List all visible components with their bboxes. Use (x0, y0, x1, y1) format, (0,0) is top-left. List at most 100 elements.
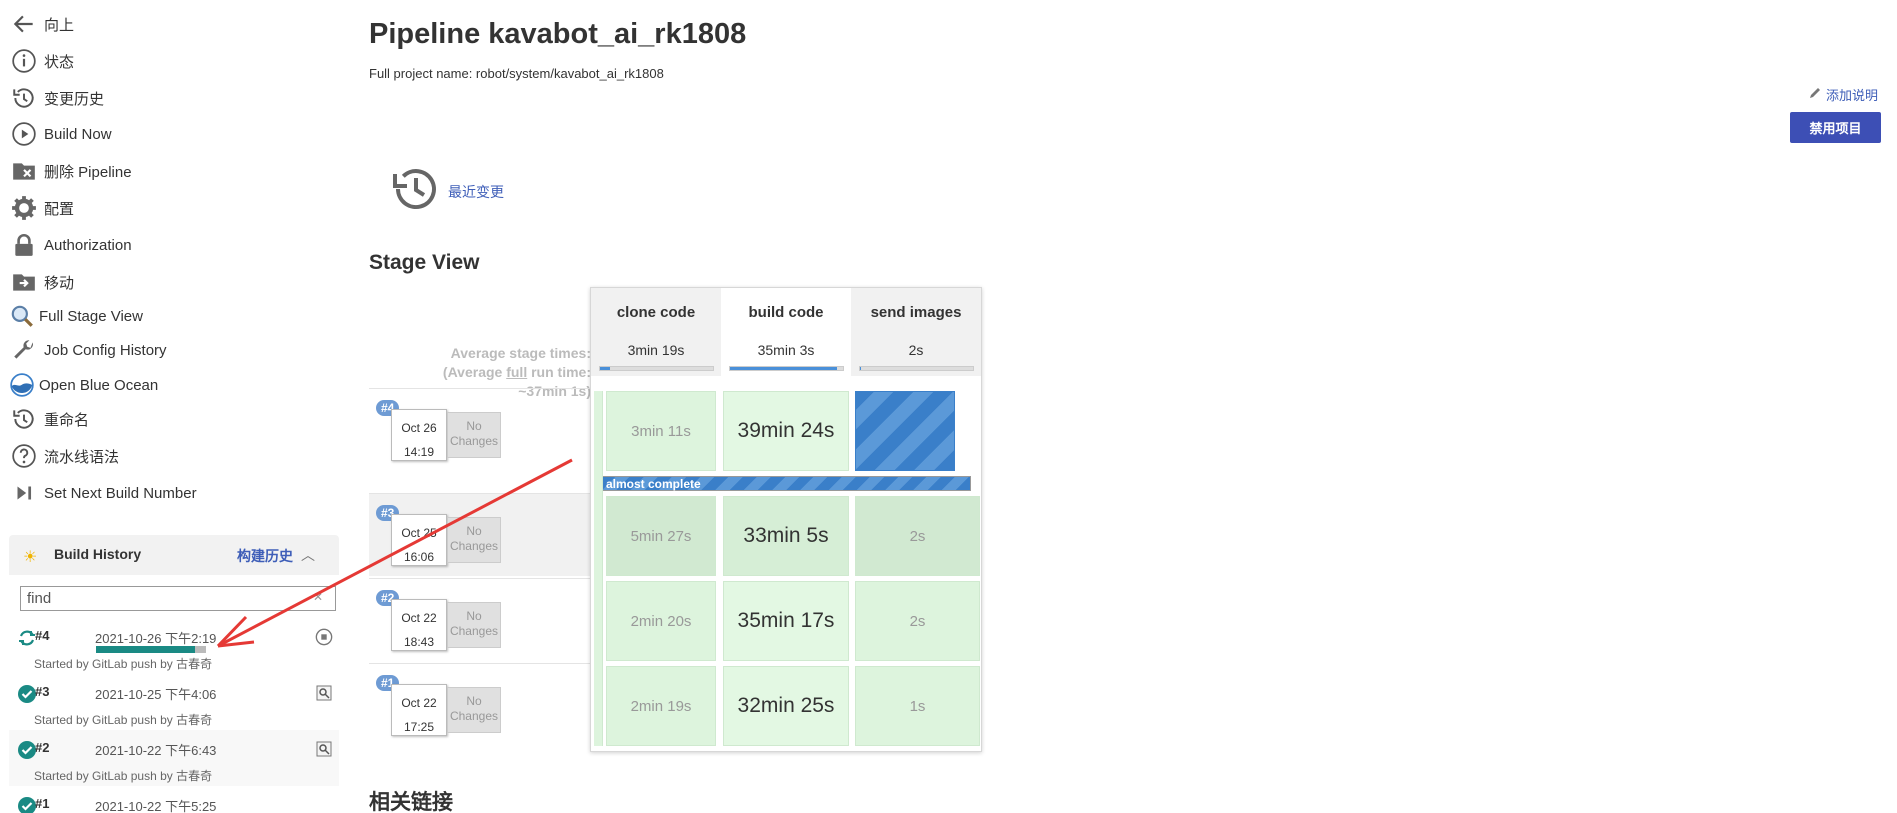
build-progress-bar (96, 646, 206, 653)
run-date: Oct 26 14:19 (391, 409, 447, 461)
sidebar-item-full-stage-view[interactable]: Full Stage View (8, 301, 143, 331)
no-changes-line1: No (466, 609, 482, 623)
build-date[interactable]: 2021-10-22 下午5:25 (95, 796, 216, 813)
build-row[interactable]: #3 2021-10-25 下午4:06 Started by GitLab p… (9, 674, 339, 730)
sidebar-item-label: 移动 (44, 274, 75, 292)
play-icon (10, 120, 38, 148)
sidebar-item-blue-ocean[interactable]: Open Blue Ocean (8, 370, 158, 400)
sidebar-item-label: 向上 (44, 16, 75, 34)
sidebar-item-label: 变更历史 (44, 90, 105, 108)
console-icon[interactable] (315, 684, 333, 702)
sidebar-item-changes[interactable]: 变更历史 (10, 83, 104, 113)
stage-cell[interactable]: 2s (855, 496, 980, 576)
run-date-time: 18:43 (403, 635, 435, 649)
avg-time-value: 2s (908, 341, 924, 358)
stage-strip (594, 391, 603, 746)
stage-cell[interactable]: 2s (855, 581, 980, 661)
stage-cell-running[interactable] (855, 391, 955, 471)
sidebar-item-label: Authorization (44, 236, 132, 254)
sidebar-item-label: 配置 (44, 200, 75, 218)
no-changes-line2: Changes (449, 434, 499, 448)
sidebar-item-up[interactable]: 向上 (10, 9, 74, 39)
sidebar-item-configure[interactable]: 配置 (10, 193, 74, 223)
avg-label-full-link[interactable]: full (506, 364, 527, 380)
stage-cell[interactable]: 1s (855, 666, 980, 746)
avg-time-value: 35min 3s (757, 341, 815, 358)
clear-icon[interactable]: ✕ (313, 590, 323, 604)
no-changes-line1: No (466, 524, 482, 538)
sidebar-item-authorization[interactable]: Authorization (10, 230, 132, 260)
avg-time-bar (728, 365, 844, 371)
avg-label-line2: (Average full run time: (431, 363, 591, 382)
recent-changes-link[interactable]: 最近变更 (388, 165, 504, 218)
build-number[interactable]: #1 (35, 796, 49, 811)
sidebar-item-status[interactable]: 状态 (10, 46, 74, 76)
avg-label-part: run time: (527, 364, 591, 380)
avg-time-build-code: 35min 3s (721, 336, 851, 376)
build-history-search-input[interactable] (20, 586, 336, 611)
chevron-up-icon[interactable]: ︿ (301, 545, 315, 565)
sidebar-item-label: 重命名 (44, 411, 90, 429)
no-changes-box: No Changes (447, 412, 501, 458)
build-date[interactable]: 2021-10-25 下午4:06 (95, 684, 216, 703)
build-date[interactable]: 2021-10-26 下午2:19 (95, 628, 216, 647)
build-row[interactable]: #1 2021-10-22 下午5:25 (9, 786, 339, 813)
run-row-3: #3 Oct 25 16:06 No Changes (369, 493, 590, 576)
sidebar: 向上 状态 变更历史 Build Now 删除 Pipeline 配置 Auth… (0, 0, 345, 813)
build-number[interactable]: #3 (35, 684, 49, 699)
stage-cell[interactable]: 33min 5s (723, 496, 849, 576)
running-icon (17, 628, 37, 648)
stage-cell[interactable]: 32min 25s (723, 666, 849, 746)
run-row-4: #4 Oct 26 14:19 No Changes (369, 388, 590, 471)
gear-icon (10, 194, 38, 222)
stage-cell[interactable]: 39min 24s (723, 391, 849, 471)
run-date: Oct 22 17:25 (391, 684, 447, 736)
run-date-day: Oct 22 (401, 696, 437, 710)
build-date[interactable]: 2021-10-22 下午6:43 (95, 740, 216, 759)
question-icon (10, 442, 38, 470)
run-date-time: 16:06 (403, 550, 435, 564)
sun-icon: ☀ (23, 549, 38, 566)
sidebar-item-build-now[interactable]: Build Now (10, 119, 112, 149)
no-changes-line2: Changes (449, 709, 499, 723)
sidebar-item-label: 状态 (44, 53, 75, 71)
build-row[interactable]: #4 2021-10-26 下午2:19 Started by GitLab p… (9, 618, 339, 674)
stage-cell[interactable]: 2min 20s (606, 581, 716, 661)
avg-time-fill (859, 366, 861, 370)
add-description-link[interactable]: 添加说明 (1808, 85, 1878, 104)
stage-cell[interactable]: 3min 11s (606, 391, 716, 471)
run-date: Oct 25 16:06 (391, 514, 447, 566)
sidebar-item-set-next-build-number[interactable]: Set Next Build Number (10, 478, 197, 508)
next-icon (10, 479, 38, 507)
build-number[interactable]: #2 (35, 740, 49, 755)
avg-label-part: (Average (442, 364, 507, 380)
avg-time-send-images: 2s (851, 336, 981, 376)
no-changes-line1: No (466, 694, 482, 708)
sidebar-item-delete-pipeline[interactable]: 删除 Pipeline (10, 156, 132, 186)
build-row[interactable]: #2 2021-10-22 下午6:43 Started by GitLab p… (9, 730, 339, 786)
stage-cell[interactable]: 2min 19s (606, 666, 716, 746)
build-cause: Started by GitLab push by 古春奇 (34, 657, 213, 671)
stage-cell[interactable]: 35min 17s (723, 581, 849, 661)
stage-cell[interactable]: 5min 27s (606, 496, 716, 576)
sidebar-item-job-config-history[interactable]: Job Config History (10, 335, 167, 365)
build-number[interactable]: #4 (35, 628, 49, 643)
sidebar-item-move[interactable]: 移动 (10, 267, 74, 297)
almost-complete-bar: almost complete (595, 476, 971, 491)
run-row-1: #1 Oct 22 17:25 No Changes (369, 663, 590, 746)
recent-changes-label: 最近变更 (448, 183, 504, 200)
magnifier-icon (8, 302, 36, 330)
console-icon[interactable] (315, 740, 333, 758)
stage-header-clone-code: clone code (591, 288, 721, 336)
run-date-day: Oct 26 (401, 421, 437, 435)
sidebar-item-rename[interactable]: 重命名 (10, 404, 89, 434)
sidebar-item-label: 流水线语法 (44, 448, 120, 466)
stop-build-icon[interactable] (315, 628, 333, 646)
disable-project-button[interactable]: 禁用项目 (1790, 112, 1881, 143)
info-icon (10, 47, 38, 75)
stage-header-send-images: send images (851, 288, 981, 336)
sidebar-item-pipeline-syntax[interactable]: 流水线语法 (10, 441, 119, 471)
sidebar-item-label: Build Now (44, 125, 112, 143)
build-history-trend-link[interactable]: 构建历史 (237, 546, 293, 566)
build-progress-fill (96, 646, 195, 653)
